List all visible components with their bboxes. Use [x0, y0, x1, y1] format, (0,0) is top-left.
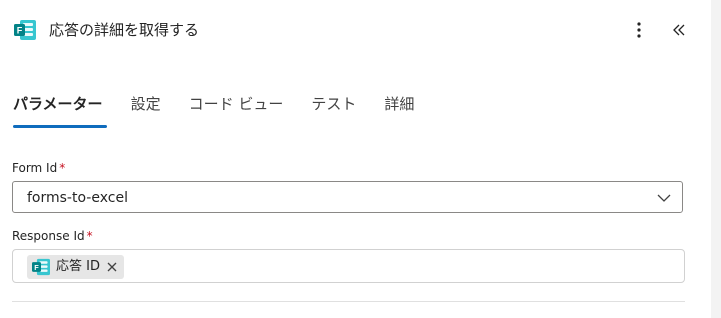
tab-test[interactable]: テスト — [311, 92, 356, 116]
more-vertical-icon — [637, 22, 641, 38]
response-id-label: Response Id * — [12, 228, 93, 244]
response-id-token[interactable]: F 応答 ID — [27, 255, 124, 279]
tab-settings[interactable]: 設定 — [131, 92, 161, 116]
tab-list: パラメーター 設定 コード ビュー テスト 詳細 — [13, 92, 442, 132]
section-divider — [12, 301, 685, 302]
tab-label: コード ビュー — [188, 95, 284, 113]
tab-code-view[interactable]: コード ビュー — [189, 92, 284, 116]
scrollbar[interactable] — [711, 0, 721, 318]
response-id-input[interactable]: F 応答 ID — [12, 249, 685, 283]
more-options-button[interactable] — [628, 18, 650, 42]
microsoft-forms-icon: F — [32, 258, 50, 276]
microsoft-forms-icon: F — [14, 20, 36, 40]
form-id-dropdown[interactable]: forms-to-excel — [12, 181, 683, 213]
tab-parameters[interactable]: パラメーター — [13, 92, 107, 128]
response-id-label-text: Response Id — [12, 229, 85, 243]
token-label: 応答 ID — [56, 259, 100, 274]
panel-title: 応答の詳細を取得する — [49, 21, 200, 39]
tab-label: 詳細 — [384, 95, 415, 113]
chevron-down-icon — [657, 194, 671, 202]
form-id-label-text: Form Id — [12, 161, 58, 175]
form-id-label: Form Id * — [12, 160, 65, 176]
svg-text:F: F — [34, 263, 39, 272]
active-tab-indicator — [13, 125, 107, 128]
tab-label: テスト — [311, 95, 357, 113]
tab-details[interactable]: 詳細 — [384, 92, 414, 116]
remove-token-button[interactable] — [106, 261, 118, 273]
form-id-value: forms-to-excel — [27, 190, 128, 206]
panel-header: F 応答の詳細を取得する — [0, 0, 710, 60]
required-mark: * — [86, 229, 93, 243]
tab-label: パラメーター — [13, 95, 103, 113]
tab-label: 設定 — [130, 95, 161, 113]
collapse-panel-button[interactable] — [667, 18, 691, 42]
close-icon — [107, 262, 117, 272]
required-mark: * — [59, 161, 66, 175]
double-chevron-left-icon — [673, 24, 685, 36]
svg-text:F: F — [17, 26, 23, 36]
